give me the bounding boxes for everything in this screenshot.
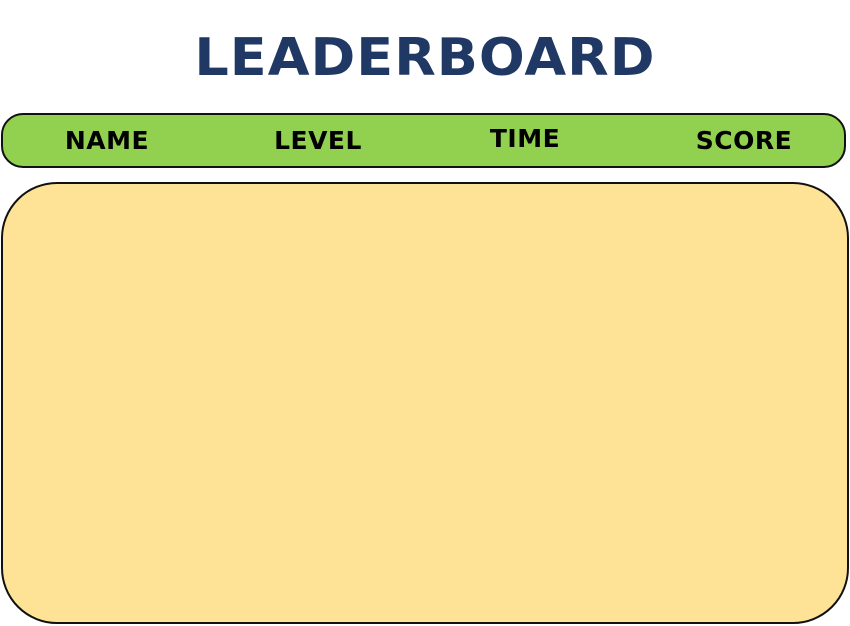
column-header-score: SCORE <box>695 126 793 155</box>
column-header-level: LEVEL <box>274 126 362 155</box>
column-header-time: TIME <box>489 124 561 153</box>
leaderboard-title: LEADERBOARD <box>194 27 656 88</box>
leaderboard-entries-panel <box>1 182 849 624</box>
column-header-name: NAME <box>64 126 150 155</box>
